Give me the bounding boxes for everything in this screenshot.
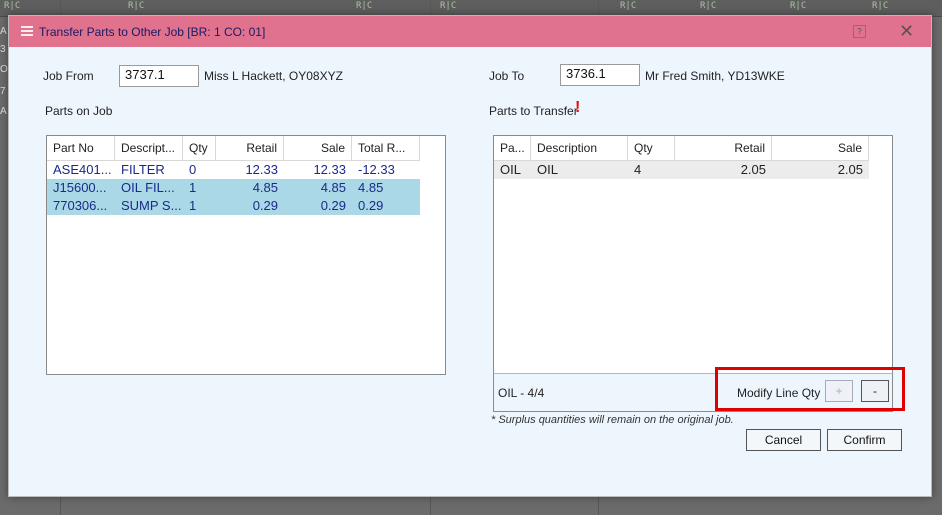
column-header[interactable]: Sale xyxy=(284,136,352,161)
column-header[interactable]: Descript... xyxy=(115,136,183,161)
column-header[interactable]: Retail xyxy=(216,136,284,161)
cell: 4 xyxy=(634,162,642,177)
background-rc-icon: R|C xyxy=(700,1,717,11)
cell: 1 xyxy=(189,198,197,213)
job-from-label: Job From xyxy=(43,69,94,83)
cell: 1 xyxy=(189,180,197,195)
background-text: A xyxy=(0,106,7,117)
background-text: A xyxy=(0,26,7,37)
cell: 2.05 xyxy=(837,162,863,177)
parts-on-job-label: Parts on Job xyxy=(45,104,113,118)
cell: 4.85 xyxy=(358,180,384,195)
dialog-title: Transfer Parts to Other Job [BR: 1 CO: 0… xyxy=(39,25,266,39)
grid-header: Part No Descript... Qty Retail Sale Tota… xyxy=(47,136,420,161)
job-from-input[interactable]: 3737.1 xyxy=(119,65,199,87)
column-header[interactable]: Description xyxy=(531,136,628,161)
background-rc-icon: R|C xyxy=(4,1,21,11)
cell: SUMP S... xyxy=(121,198,182,213)
transfer-parts-dialog: Transfer Parts to Other Job [BR: 1 CO: 0… xyxy=(8,15,932,497)
grid-header: Pa... Description Qty Retail Sale xyxy=(494,136,869,161)
background-rc-icon: R|C xyxy=(620,1,637,11)
table-row[interactable]: ASE401... FILTER 0 12.33 12.33 -12.33 xyxy=(47,161,420,179)
column-header[interactable]: Total R... xyxy=(352,136,420,161)
cell: 12.33 xyxy=(313,162,346,177)
column-header[interactable]: Qty xyxy=(628,136,675,161)
cell: J15600... xyxy=(53,180,107,195)
table-row[interactable]: J15600... OIL FIL... 1 4.85 4.85 4.85 xyxy=(47,179,420,197)
cell: 2.05 xyxy=(740,162,766,177)
column-header[interactable]: Qty xyxy=(183,136,216,161)
cell: OIL FIL... xyxy=(121,180,175,195)
cell: 0.29 xyxy=(252,198,278,213)
cell: 0 xyxy=(189,162,197,177)
close-icon[interactable]: ✕ xyxy=(899,21,914,42)
parts-on-job-grid[interactable]: Part No Descript... Qty Retail Sale Tota… xyxy=(46,135,446,375)
cell: 4.85 xyxy=(320,180,346,195)
job-to-label: Job To xyxy=(489,69,525,83)
cell: FILTER xyxy=(121,162,165,177)
job-to-customer: Mr Fred Smith, YD13WKE xyxy=(645,69,785,83)
cell: 770306... xyxy=(53,198,108,213)
surplus-note: * Surplus quantities will remain on the … xyxy=(491,414,734,426)
cell: 0.29 xyxy=(320,198,346,213)
background-text: 3 xyxy=(0,44,6,55)
required-icon: ! xyxy=(575,99,581,116)
background-rc-icon: R|C xyxy=(872,1,889,11)
hamburger-menu-icon[interactable] xyxy=(21,26,33,36)
column-header[interactable]: Part No xyxy=(47,136,115,161)
dialog-titlebar: Transfer Parts to Other Job [BR: 1 CO: 0… xyxy=(9,16,931,47)
background-rc-icon: R|C xyxy=(790,1,807,11)
background-rc-icon: R|C xyxy=(440,1,457,11)
column-header[interactable]: Pa... xyxy=(494,136,531,161)
help-icon[interactable]: ? xyxy=(853,25,866,38)
column-header[interactable]: Sale xyxy=(772,136,869,161)
cell: -12.33 xyxy=(358,162,395,177)
confirm-button[interactable]: Confirm xyxy=(827,429,902,451)
background-text: O xyxy=(0,64,8,75)
job-from-customer: Miss L Hackett, OY08XYZ xyxy=(204,69,343,83)
cell: 0.29 xyxy=(358,198,384,213)
table-row[interactable]: 770306... SUMP S... 1 0.29 0.29 0.29 xyxy=(47,197,420,215)
cell: 12.33 xyxy=(245,162,278,177)
parts-to-transfer-grid[interactable]: Pa... Description Qty Retail Sale OIL OI… xyxy=(493,135,893,375)
column-header[interactable]: Retail xyxy=(675,136,772,161)
background-text: 7 xyxy=(0,86,6,97)
job-to-input[interactable]: 3736.1 xyxy=(560,64,640,86)
cell: ASE401... xyxy=(53,162,112,177)
cancel-button[interactable]: Cancel xyxy=(746,429,821,451)
parts-to-transfer-label: Parts to Transfer xyxy=(489,104,578,118)
cell: 4.85 xyxy=(252,180,278,195)
line-qty-status: OIL - 4/4 xyxy=(498,386,545,400)
cell: OIL xyxy=(500,162,521,177)
highlight-annotation-box xyxy=(715,367,905,411)
table-row[interactable]: OIL OIL 4 2.05 2.05 xyxy=(494,161,869,179)
background-rc-icon: R|C xyxy=(128,1,145,11)
background-rc-icon: R|C xyxy=(356,1,373,11)
cell: OIL xyxy=(537,162,558,177)
